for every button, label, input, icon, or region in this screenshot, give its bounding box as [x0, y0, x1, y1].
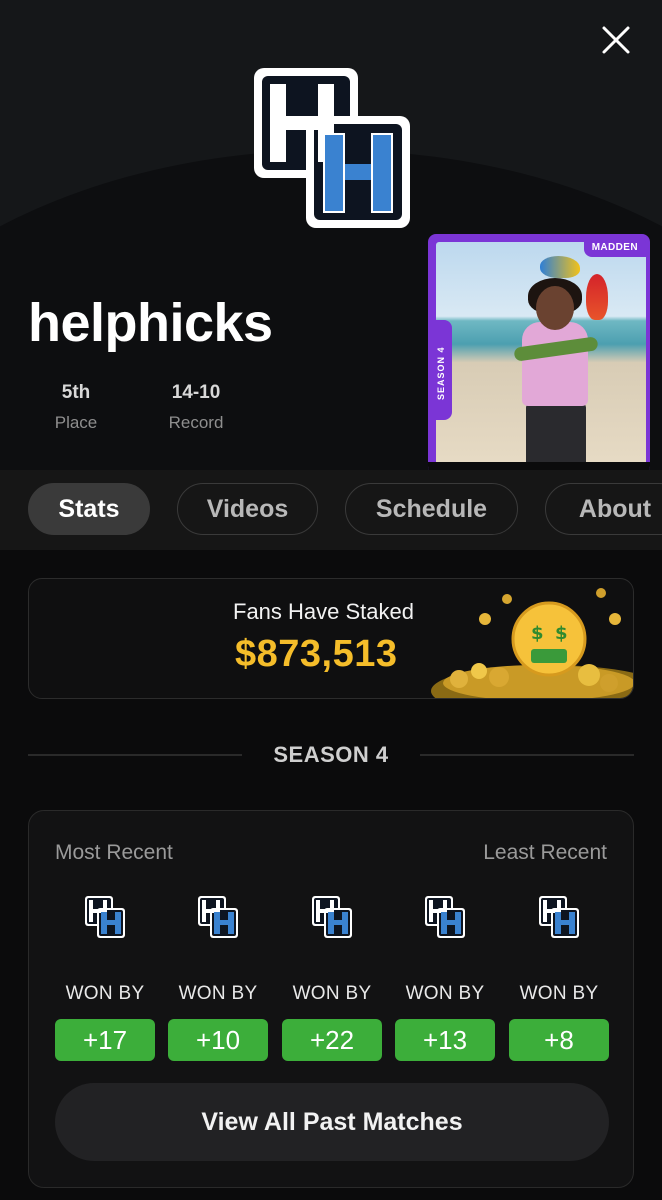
match-result: WON BY	[178, 983, 258, 1004]
card-season-tag: SEASON 4	[430, 320, 452, 420]
card-bottom-edge	[428, 462, 650, 470]
svg-text:$: $	[555, 623, 568, 644]
least-recent-label: Least Recent	[483, 841, 607, 864]
tab-schedule[interactable]: Schedule	[345, 483, 518, 535]
hh-logo-icon	[85, 896, 125, 938]
stat-record-value: 14-10	[171, 382, 221, 403]
season-divider-right	[420, 754, 634, 756]
stat-place-label: Place	[54, 413, 98, 432]
match-margin-badge: +13	[395, 1019, 495, 1061]
player-card[interactable]: MADDEN SEASON 4	[428, 234, 650, 470]
stat-record: 14-10 Record	[160, 382, 232, 433]
tab-bar: Stats Videos Schedule About	[0, 470, 662, 550]
player-name: helphicks	[28, 293, 273, 353]
close-icon	[602, 26, 630, 54]
match-item[interactable]: WON BY +8	[509, 895, 609, 1061]
fans-staked-banner[interactable]: Fans Have Staked $873,513 $ $	[28, 578, 634, 699]
stat-place-value: 5th	[61, 382, 91, 403]
stat-place: 5th Place	[44, 382, 108, 433]
person-head-shape	[536, 286, 574, 330]
hh-logo-icon	[198, 896, 238, 938]
match-item[interactable]: WON BY +10	[168, 895, 268, 1061]
tab-about[interactable]: About	[545, 483, 662, 535]
tab-stats[interactable]: Stats	[28, 483, 150, 535]
card-game-badge: MADDEN	[583, 238, 646, 257]
svg-text:$: $	[531, 623, 544, 644]
recent-matches-panel: Most Recent Least Recent WON BY +17 WON …	[28, 810, 634, 1188]
tab-videos[interactable]: Videos	[177, 483, 318, 535]
match-margin-badge: +22	[282, 1019, 382, 1061]
close-button[interactable]	[596, 20, 636, 60]
match-item[interactable]: WON BY +13	[395, 895, 495, 1061]
hh-logo-icon	[425, 896, 465, 938]
hh-logo-icon	[539, 896, 579, 938]
match-margin-badge: +8	[509, 1019, 609, 1061]
match-item[interactable]: WON BY +22	[282, 895, 382, 1061]
season-divider-left	[28, 754, 242, 756]
profile-header: helphicks 5th Place 14-10 Record MADDEN …	[0, 0, 662, 470]
match-result: WON BY	[405, 983, 485, 1004]
fans-staked-label: Fans Have Staked	[233, 599, 414, 624]
hh-logo-icon	[254, 68, 410, 228]
hh-logo-icon	[312, 896, 352, 938]
person-body-shape	[522, 322, 588, 406]
match-item[interactable]: WON BY +17	[55, 895, 155, 1061]
person-legs-shape	[526, 402, 586, 470]
match-result: WON BY	[65, 983, 145, 1004]
card-season-label: SEASON 4	[436, 346, 446, 400]
parrot-shape	[586, 274, 608, 320]
season-title: SEASON 4	[273, 742, 389, 767]
player-photo	[436, 242, 646, 470]
fans-staked-amount: $873,513	[235, 633, 398, 675]
match-margin-badge: +17	[55, 1019, 155, 1061]
most-recent-label: Most Recent	[55, 841, 173, 864]
view-all-past-matches-button[interactable]: View All Past Matches	[55, 1083, 609, 1161]
match-result: WON BY	[292, 983, 372, 1004]
match-result: WON BY	[519, 983, 599, 1004]
parrot-shape	[540, 256, 580, 278]
money-face-coins-icon: $ $	[431, 588, 633, 698]
stat-record-label: Record	[168, 413, 224, 432]
match-margin-badge: +10	[168, 1019, 268, 1061]
